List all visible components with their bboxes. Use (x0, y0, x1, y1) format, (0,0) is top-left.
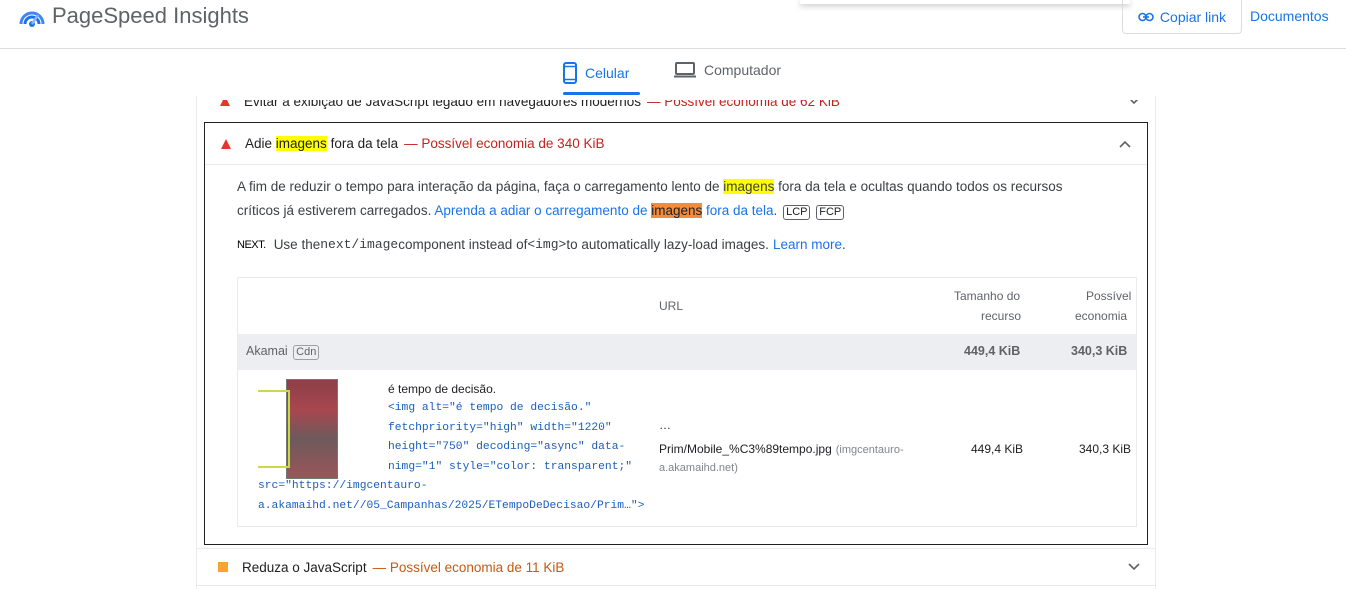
chevron-down-icon (1128, 563, 1140, 571)
entity-group-row: Akamai Cdn 449,4 KiB 340,3 KiB (238, 334, 1136, 370)
device-tabs: Celular Computador (0, 50, 1346, 96)
audit-saving: — Possível economia de 11 KiB (372, 559, 565, 575)
link-icon (1138, 12, 1154, 21)
entity-name: Akamai Cdn (246, 344, 320, 360)
learn-more-link[interactable]: Aprenda a adiar o carregamento de imagen… (434, 203, 774, 218)
url-ellipsis: … (659, 418, 671, 432)
thumbnail-marker-side (288, 390, 290, 468)
stack-learn-more-link[interactable]: Learn more (773, 237, 842, 252)
search-highlight: imagens (275, 136, 327, 151)
pagespeed-logo-icon (19, 11, 45, 27)
resource-saving: 340,3 KiB (1079, 442, 1132, 456)
resource-url[interactable]: Prim/Mobile_%C3%89tempo.jpg (imgcentauro- (659, 442, 904, 456)
node-snippet: <img alt="é tempo de decisão." fetchprio… (388, 402, 633, 473)
dropdown-shadow (800, 0, 1130, 4)
copy-link-button[interactable]: Copiar link (1122, 0, 1242, 34)
node-label: é tempo de decisão. (388, 382, 497, 396)
audit-title: Adie imagens fora da tela (245, 136, 399, 151)
audit-description: A fim de reduzir o tempo para interação … (237, 179, 1063, 220)
thumbnail-marker-top (258, 390, 290, 392)
active-tab-indicator (563, 92, 640, 95)
audit-title: Reduza o JavaScript (242, 559, 367, 575)
audit-header[interactable]: Adie imagens fora da tela — Possível eco… (205, 123, 1147, 165)
audit-reduce-javascript[interactable]: Reduza o JavaScript — Possível economia … (196, 548, 1156, 586)
laptop-icon (674, 62, 696, 78)
image-thumbnail (286, 379, 338, 479)
tab-mobile[interactable]: Celular (563, 62, 629, 84)
audit-offscreen-images: Adie imagens fora da tela — Possível eco… (204, 122, 1148, 545)
tab-desktop[interactable]: Computador (674, 62, 781, 78)
group-saving: 340,3 KiB (1071, 344, 1128, 358)
group-size: 449,4 KiB (964, 344, 1021, 358)
docs-link[interactable]: Documentos (1250, 8, 1329, 24)
node-snippet-src: src="https://imgcentauro- a.akamaihd.net… (258, 480, 645, 512)
tab-desktop-label: Computador (704, 62, 782, 78)
average-square-icon (218, 562, 228, 572)
nextjs-logo-icon: NEXT. (237, 238, 266, 251)
resource-host: a.akamaihd.net) (659, 462, 738, 474)
cdn-badge: Cdn (293, 345, 320, 360)
metric-badge-fcp[interactable]: FCP (816, 205, 845, 220)
fail-triangle-icon (221, 138, 231, 149)
resource-size: 449,4 KiB (971, 442, 1024, 456)
column-header-url: URL (659, 299, 684, 313)
app-title: PageSpeed Insights (52, 3, 249, 28)
smartphone-icon (563, 62, 577, 84)
copy-link-label: Copiar link (1159, 8, 1227, 25)
thumbnail-marker-bottom (258, 466, 290, 468)
metric-badge-lcp[interactable]: LCP (783, 205, 811, 220)
stack-pack-note: NEXT. Use the next/image component inste… (237, 237, 846, 252)
column-header-saving: Possível (1086, 289, 1132, 303)
search-highlight: imagens (723, 179, 775, 194)
tab-mobile-label: Celular (585, 65, 630, 81)
chevron-up-icon (1119, 140, 1131, 148)
column-header-size: Tamanho do (954, 289, 1021, 303)
top-app-bar: PageSpeed Insights Copiar link Documento… (0, 0, 1346, 49)
audit-saving: — Possível economia de 340 KiB (404, 136, 605, 151)
search-highlight-active: imagens (651, 203, 703, 218)
details-table: URL Tamanho do recurso Possível economia… (237, 277, 1137, 527)
